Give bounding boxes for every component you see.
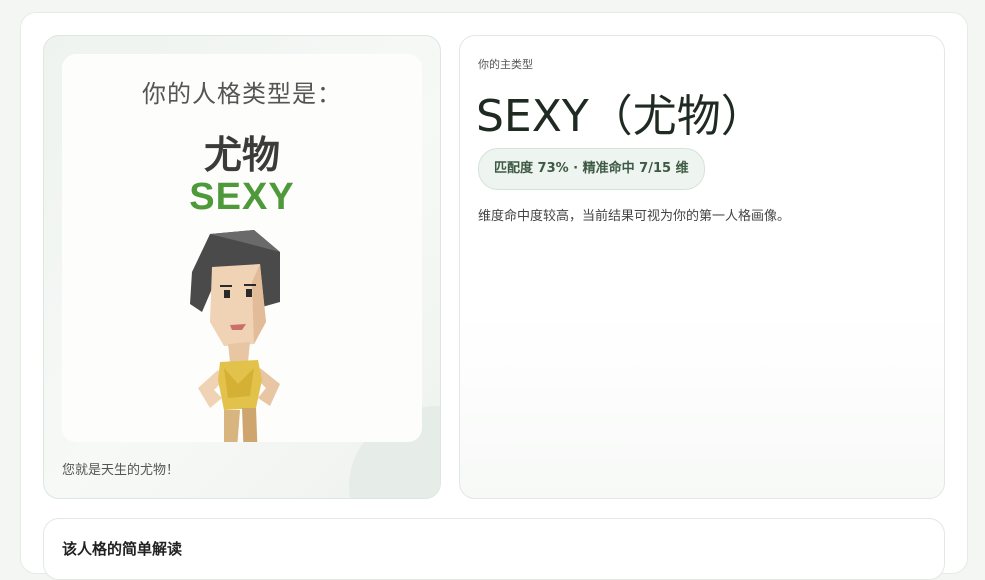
result-description: 维度命中度较高，当前结果可视为你的第一人格画像。 (478, 209, 791, 224)
match-score-badge: 匹配度 73% · 精准命中 7/15 维 (478, 148, 705, 190)
result-card: 你的主类型 SEXY（尤物） 匹配度 73% · 精准命中 7/15 维 维度命… (459, 35, 945, 499)
main-type-label: 你的主类型 (478, 58, 533, 71)
interpretation-card: 该人格的简单解读 (43, 518, 945, 580)
main-type-title: SEXY（尤物） (476, 91, 765, 142)
interpretation-title: 该人格的简单解读 (62, 540, 183, 558)
personality-image: 你的人格类型是： 尤物 SEXY (62, 54, 422, 442)
image-caption: 您就是天生的尤物！ (62, 463, 180, 478)
cartoon-woman-illustration (190, 230, 280, 442)
image-heading: 你的人格类型是： (142, 80, 342, 108)
image-type-name-cn: 尤物 (203, 133, 280, 177)
personality-image-card: 你的人格类型是： 尤物 SEXY 您就是天生的尤物！ (43, 35, 441, 499)
